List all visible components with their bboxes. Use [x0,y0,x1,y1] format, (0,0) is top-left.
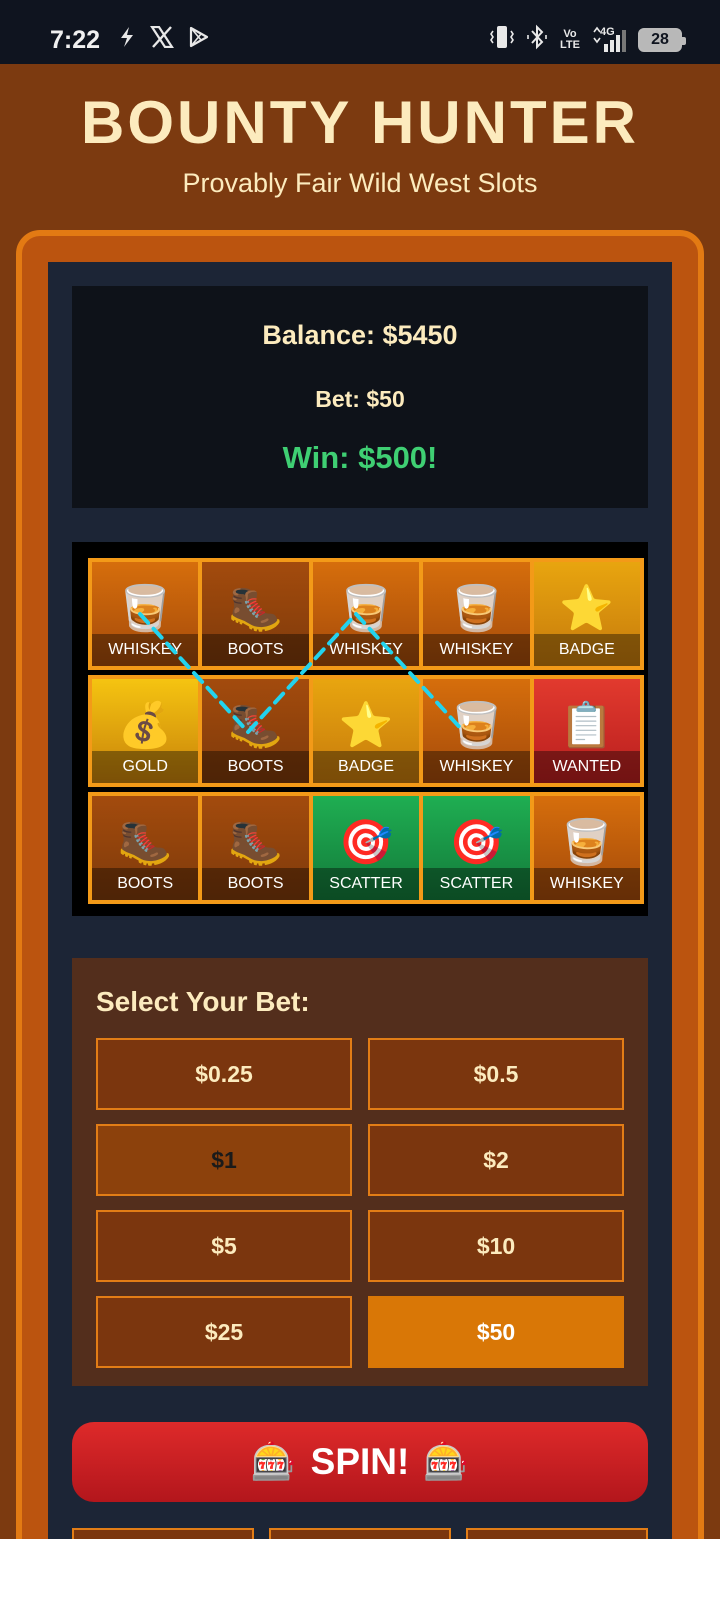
boots-icon: 🥾 [228,584,283,633]
bet-option-1[interactable]: $1 [96,1124,352,1196]
reel-cell: ⭐ BADGE [312,679,420,783]
win-text: Win: $500! [282,440,438,475]
volte-line2: LTE [560,38,580,51]
symbol-label: BADGE [312,751,420,783]
bottom-action-button[interactable] [466,1528,648,1539]
whiskey-icon: 🥃 [117,584,173,633]
bet-option-50[interactable]: $50 [368,1296,624,1368]
clipboard-icon: 📋 [559,701,615,750]
reel-cell: 💰 GOLD [92,679,199,783]
whiskey-icon: 🥃 [338,584,394,633]
symbol-label: WHISKEY [423,751,530,783]
target-icon: 🎯 [449,818,504,867]
lightning-icon [118,26,136,56]
slot-machine-icon: 🎰 [423,1440,470,1482]
status-left-icons [118,25,210,56]
slot-machine-icon: 🎰 [250,1440,297,1482]
reel-cell: 🥃 WHISKEY [312,562,420,666]
symbol-label: SCATTER [312,868,420,900]
symbol-label: GOLD [92,751,199,783]
reel-cell: 🎯 SCATTER [423,796,530,900]
battery-level: 28 [651,30,669,48]
reel-row: 💰 GOLD 🥾 BOOTS ⭐ BADGE 🥃 WHISKEY 📋 WANTE… [88,675,644,787]
badge-star-icon: ⭐ [559,584,615,633]
reel-row: 🥾 BOOTS 🥾 BOOTS 🎯 SCATTER 🎯 SCATTER 🥃 WH… [88,792,644,904]
reel-row: 🥃 WHISKEY 🥾 BOOTS 🥃 WHISKEY 🥃 WHISKEY ⭐ … [88,558,644,670]
symbol-label: BOOTS [202,751,309,783]
whiskey-icon: 🥃 [449,584,504,633]
symbol-label: WHISKEY [423,634,530,666]
boots-icon: 🥾 [228,701,283,750]
boots-icon: 🥾 [117,818,173,867]
slot-game-app: BOUNTY HUNTER Provably Fair Wild West Sl… [0,64,720,1539]
reel-cell: 📋 WANTED [533,679,641,783]
bottom-action-button[interactable] [269,1528,451,1539]
bet-option-25[interactable]: $25 [96,1296,352,1368]
signal-4g-icon: 4G [592,26,626,54]
bet-option-0.25[interactable]: $0.25 [96,1038,352,1110]
status-time: 7:22 [50,26,101,54]
whiskey-icon: 🥃 [559,818,615,867]
reel-cell: 🥃 WHISKEY [423,562,530,666]
bottom-action-button[interactable] [72,1528,254,1539]
bet-option-2[interactable]: $2 [368,1124,624,1196]
symbol-label: SCATTER [423,868,530,900]
balance-text: Balance: $5450 [262,320,458,350]
reel-cell: 🥃 WHISKEY [533,796,641,900]
badge-star-icon: ⭐ [338,701,394,750]
vibrate-icon [490,24,514,55]
reel-cell: ⭐ BADGE [533,562,641,666]
target-icon: 🎯 [338,818,394,867]
reels-grid: 🥃 WHISKEY 🥾 BOOTS 🥃 WHISKEY 🥃 WHISKEY ⭐ … [72,542,648,916]
symbol-label: WHISKEY [533,868,641,900]
x-logo-icon [149,25,175,56]
bet-option-5[interactable]: $5 [96,1210,352,1282]
stats-display: Balance: $5450 Bet: $50 Win: $500! [72,286,648,508]
volte-icon: Vo LTE [560,28,580,51]
symbol-label: WANTED [533,751,641,783]
reel-cell: 🥾 BOOTS [92,796,199,900]
money-bag-icon: 💰 [117,701,173,750]
boots-icon: 🥾 [228,818,283,867]
bet-selector-title: Select Your Bet: [96,986,310,1017]
whiskey-icon: 🥃 [449,701,504,750]
symbol-label: BOOTS [202,634,309,666]
symbol-label: BADGE [533,634,641,666]
game-title: BOUNTY HUNTER [81,89,639,156]
battery-icon: 28 [638,27,686,52]
bet-text: Bet: $50 [315,386,405,412]
bet-selector: Select Your Bet: $0.25 $0.5 $1 $2 $5 $10… [72,958,648,1386]
reel-cell: 🥃 WHISKEY [423,679,530,783]
status-right-icons: Vo LTE 4G 28 [490,24,686,55]
spin-button[interactable]: 🎰 SPIN! 🎰 [72,1422,648,1502]
symbol-label: WHISKEY [312,634,420,666]
symbol-label: WHISKEY [92,634,199,666]
reel-cell: 🎯 SCATTER [312,796,420,900]
bet-option-0.5[interactable]: $0.5 [368,1038,624,1110]
reel-cell: 🥃 WHISKEY [92,562,199,666]
play-store-icon [188,26,210,56]
reel-cell: 🥾 BOOTS [202,796,309,900]
reel-cell: 🥾 BOOTS [202,562,309,666]
symbol-label: BOOTS [202,868,309,900]
bet-option-10[interactable]: $10 [368,1210,624,1282]
status-bar: 7:22 Vo LTE 4G 28 [0,0,720,64]
bluetooth-icon [526,24,548,55]
game-subtitle: Provably Fair Wild West Slots [182,168,538,198]
symbol-label: BOOTS [92,868,199,900]
spin-label: SPIN! [310,1441,410,1482]
reel-cell: 🥾 BOOTS [202,679,309,783]
